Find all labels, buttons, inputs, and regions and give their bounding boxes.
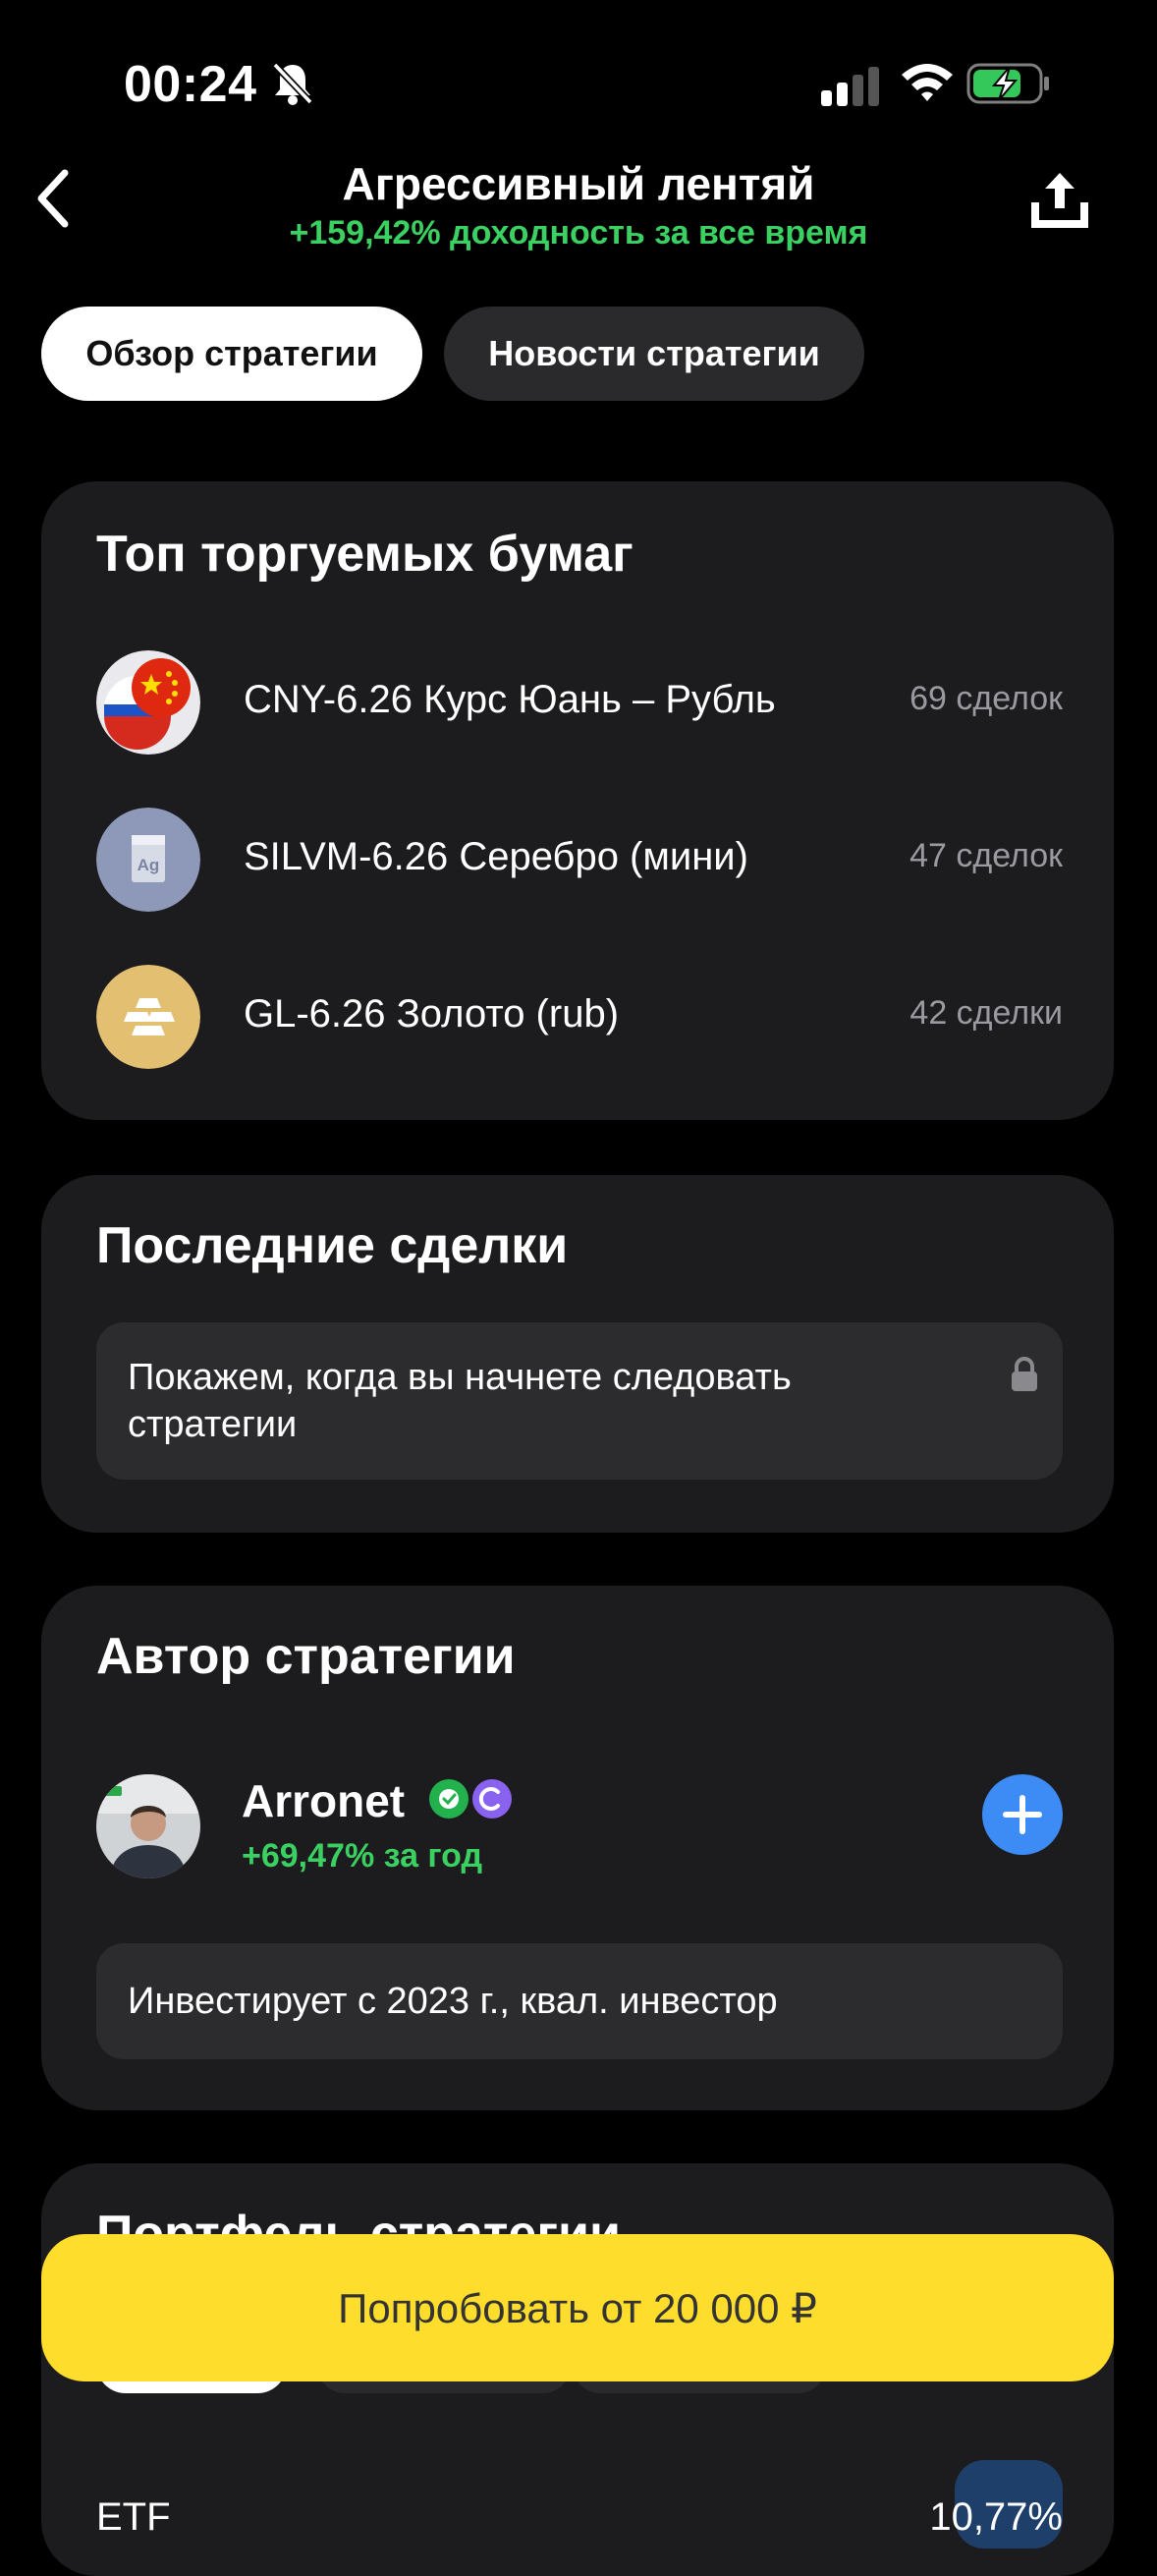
wifi-icon xyxy=(902,64,953,101)
community-badge-icon xyxy=(472,1779,512,1819)
security-name: GL-6.26 Золото (rub) xyxy=(244,992,620,1036)
top-securities-card: Топ торгуемых бумаг CNY-6.26 Курс Юань –… xyxy=(41,481,1114,1120)
author-bio-box: Инвестирует с 2023 г., квал. инвестор xyxy=(96,1943,1063,2059)
strategy-author-card: Автор стратегии Arronet +69,47% за год И… xyxy=(41,1586,1114,2110)
verified-badge-icon xyxy=(429,1779,468,1819)
cellular-signal-icon xyxy=(821,67,879,106)
portfolio-row-value: 10,77% xyxy=(929,2495,1063,2539)
security-row[interactable]: CNY-6.26 Курс Юань – Рубль 69 сделок xyxy=(96,650,1063,756)
strategy-total-return: +159,42% доходность за все время xyxy=(289,214,868,252)
locked-deals-box: Покажем, когда вы начнете следовать стра… xyxy=(96,1322,1063,1480)
security-deal-count: 47 сделок xyxy=(909,837,1063,874)
follow-author-button[interactable] xyxy=(982,1774,1063,1855)
author-bio: Инвестирует с 2023 г., квал. инвестор xyxy=(128,1981,778,2022)
security-row[interactable]: Ag SILVM-6.26 Серебро (мини) 47 сделок xyxy=(96,808,1063,914)
recent-deals-title: Последние сделки xyxy=(96,1217,569,1274)
portfolio-row-label: ETF xyxy=(96,2495,171,2539)
security-name: SILVM-6.26 Серебро (мини) xyxy=(244,835,748,878)
battery-charging-icon xyxy=(966,63,1049,104)
security-deal-count: 42 сделки xyxy=(909,994,1063,1032)
page-title: Агрессивный лентяй xyxy=(342,158,815,209)
author-name[interactable]: Arronet xyxy=(242,1774,405,1827)
strategy-author-title: Автор стратегии xyxy=(96,1628,516,1685)
security-deal-count: 69 сделок xyxy=(909,680,1063,717)
silver-ag-icon: Ag xyxy=(96,808,200,912)
security-row[interactable]: GL-6.26 Золото (rub) 42 сделки xyxy=(96,965,1063,1071)
security-name: CNY-6.26 Курс Юань – Рубль xyxy=(244,678,776,721)
cny-rub-flag-icon xyxy=(96,650,200,755)
plus-icon xyxy=(1003,1795,1042,1834)
top-securities-title: Топ торгуемых бумаг xyxy=(96,526,634,583)
gold-bars-icon xyxy=(96,965,200,1069)
try-strategy-button[interactable]: Попробовать от 20 000 ₽ xyxy=(41,2234,1114,2381)
share-icon[interactable] xyxy=(1025,169,1094,234)
avatar[interactable] xyxy=(96,1774,200,1878)
silent-mode-bell-icon xyxy=(272,62,313,105)
svg-text:Ag: Ag xyxy=(138,856,160,874)
tab-strategy-news[interactable]: Новости стратегии xyxy=(444,307,864,401)
status-time: 00:24 xyxy=(124,56,257,113)
recent-deals-card: Последние сделки Покажем, когда вы начне… xyxy=(41,1175,1114,1533)
locked-deals-message: Покажем, когда вы начнете следовать стра… xyxy=(128,1357,792,1445)
author-annual-return: +69,47% за год xyxy=(242,1837,483,1875)
lock-icon xyxy=(1012,1357,1037,1391)
tab-strategy-overview[interactable]: Обзор стратегии xyxy=(41,307,422,401)
